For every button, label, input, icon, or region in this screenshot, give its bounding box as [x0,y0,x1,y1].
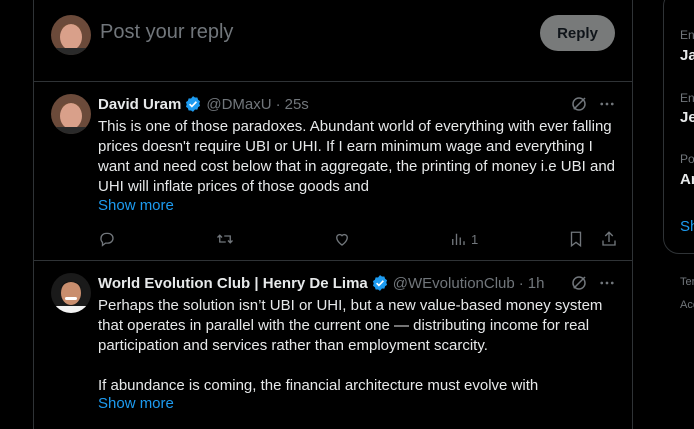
repost-action[interactable] [216,229,234,249]
reply-button[interactable]: Reply [540,15,615,51]
reply-composer: Post your reply Reply [34,0,632,82]
views-action[interactable]: 1 [449,229,478,249]
bookmark-action[interactable] [567,229,585,249]
footer-link[interactable]: Acc [680,299,694,311]
tweet[interactable]: World Evolution Club | Henry De Lima @WE… [34,261,632,429]
reply-input[interactable]: Post your reply [100,21,233,44]
show-more-link[interactable]: Show more [98,395,174,412]
share-action[interactable] [600,229,618,249]
more-options-icon[interactable] [598,95,616,113]
avatar[interactable] [51,273,91,313]
tweet-text: Perhaps the solution isn’t UBI or UHI, b… [98,297,603,394]
sidebar-value[interactable]: Je [680,109,694,126]
sidebar-label: En [680,91,694,105]
tweet-header: World Evolution Club | Henry De Lima @WE… [98,273,544,293]
heart-icon [336,233,348,246]
like-action[interactable] [333,229,351,249]
footer-link[interactable]: Ter [680,276,694,288]
grok-icon[interactable] [570,274,588,292]
verified-badge-icon [186,96,201,112]
views-icon [452,233,465,245]
sidebar-label: Po [680,152,694,166]
timestamp[interactable]: 25s [285,96,309,113]
separator-dot: · [518,274,524,292]
sidebar-value[interactable]: Ar [680,171,694,188]
sidebar-value[interactable]: Ja [680,47,694,64]
sidebar-show-link[interactable]: Sh [680,218,694,235]
avatar[interactable] [51,94,91,134]
separator-dot: · [275,95,281,113]
reply-icon [100,232,114,247]
repost-icon [217,234,233,244]
tweet-actions: 1 [98,229,620,249]
verified-badge-icon [372,275,387,291]
tweet-header: David Uram @DMaxU · 25s [98,94,309,114]
grok-icon[interactable] [570,95,588,113]
reply-action[interactable] [98,229,116,249]
share-icon [602,231,616,246]
author-handle[interactable]: @DMaxU [206,96,271,113]
author-handle[interactable]: @WEvolutionClub [393,275,515,292]
sidebar-label: En [680,28,694,42]
timestamp[interactable]: 1h [528,275,545,292]
bookmark-icon [570,231,582,248]
tweet[interactable]: David Uram @DMaxU · 25s This is one of t… [34,82,632,261]
show-more-link[interactable]: Show more [98,197,174,214]
conversation-column: Post your reply Reply David Uram @DMaxU … [33,0,633,429]
more-options-icon[interactable] [598,274,616,292]
views-count: 1 [471,231,479,247]
user-avatar[interactable] [51,15,91,55]
tweet-text: This is one of those paradoxes. Abundant… [98,118,616,195]
author-name[interactable]: David Uram [98,96,181,113]
author-name[interactable]: World Evolution Club | Henry De Lima [98,275,368,292]
